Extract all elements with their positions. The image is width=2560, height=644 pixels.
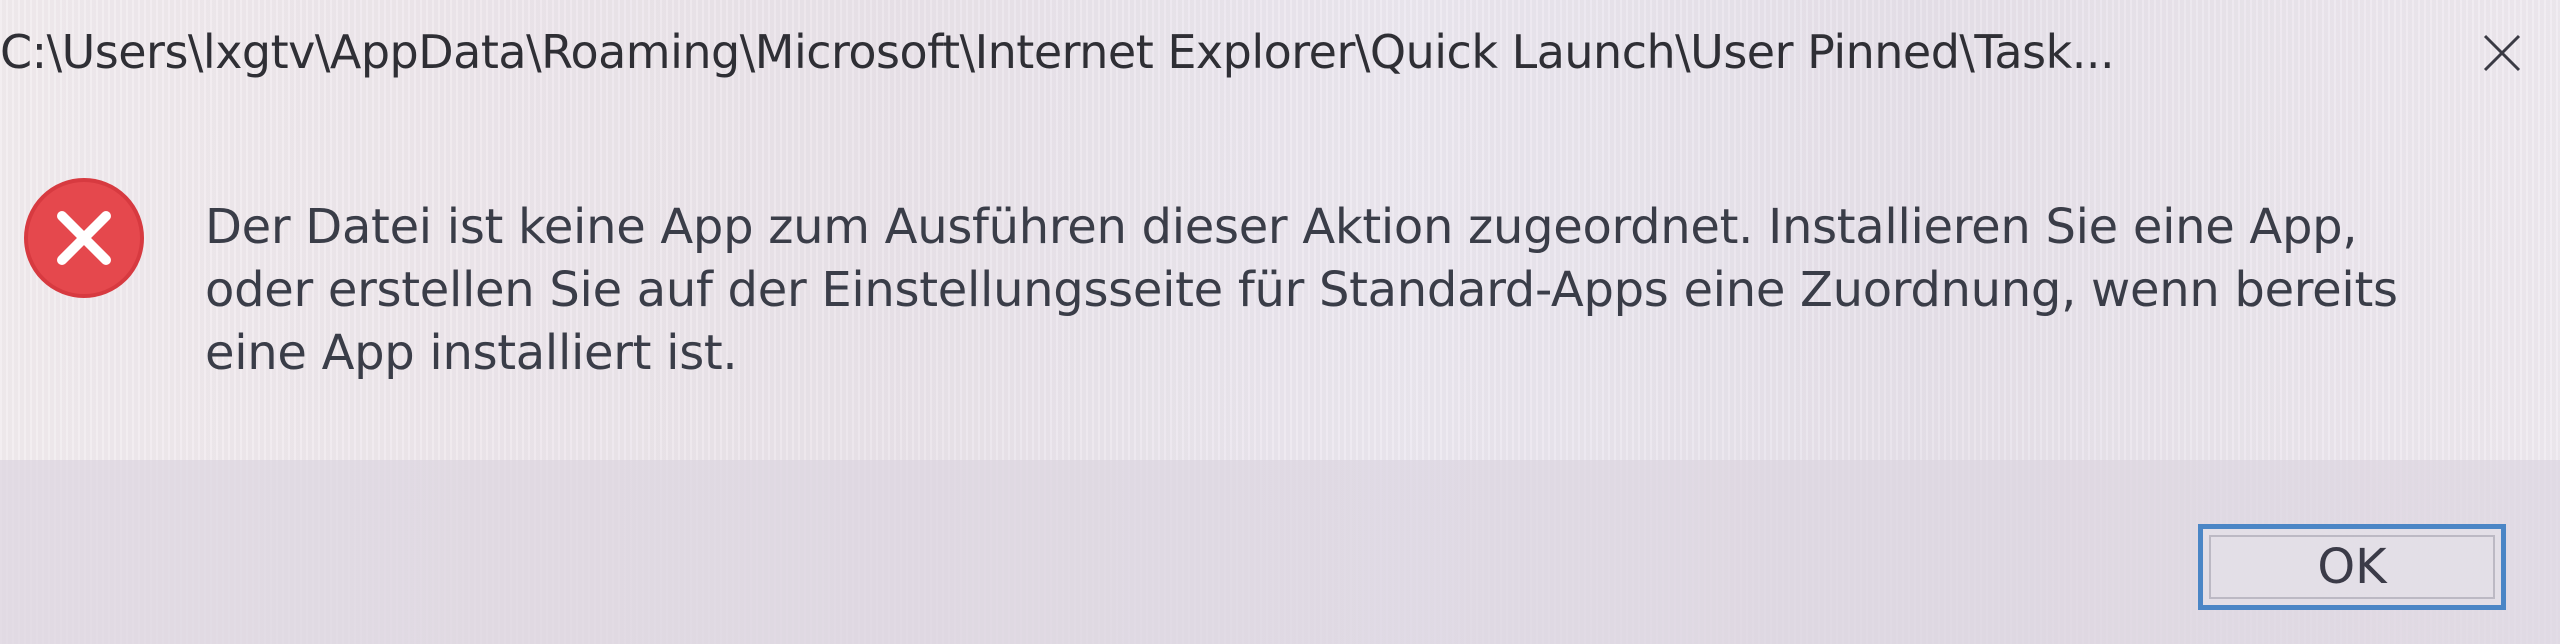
- ok-button-label: OK: [2317, 539, 2387, 595]
- title-bar: C:\Users\lxgtv\AppData\Roaming\Microsoft…: [0, 0, 2560, 110]
- ok-button[interactable]: OK: [2198, 524, 2506, 610]
- message-line-1: Der Datei ist keine App zum Ausführen di…: [205, 199, 2358, 255]
- message-line-2: oder erstellen Sie auf der Einstellungss…: [205, 262, 2398, 318]
- error-dialog: C:\Users\lxgtv\AppData\Roaming\Microsoft…: [0, 0, 2560, 644]
- dialog-content: Der Datei ist keine App zum Ausführen di…: [0, 110, 2560, 460]
- close-button[interactable]: [2460, 14, 2544, 92]
- dialog-footer: OK: [0, 460, 2560, 644]
- message-line-3: eine App installiert ist.: [205, 325, 738, 381]
- close-icon: [2483, 34, 2521, 72]
- window-title: C:\Users\lxgtv\AppData\Roaming\Microsoft…: [0, 25, 2115, 79]
- error-icon: [24, 178, 144, 298]
- error-message: Der Datei ist keine App zum Ausführen di…: [205, 196, 2465, 385]
